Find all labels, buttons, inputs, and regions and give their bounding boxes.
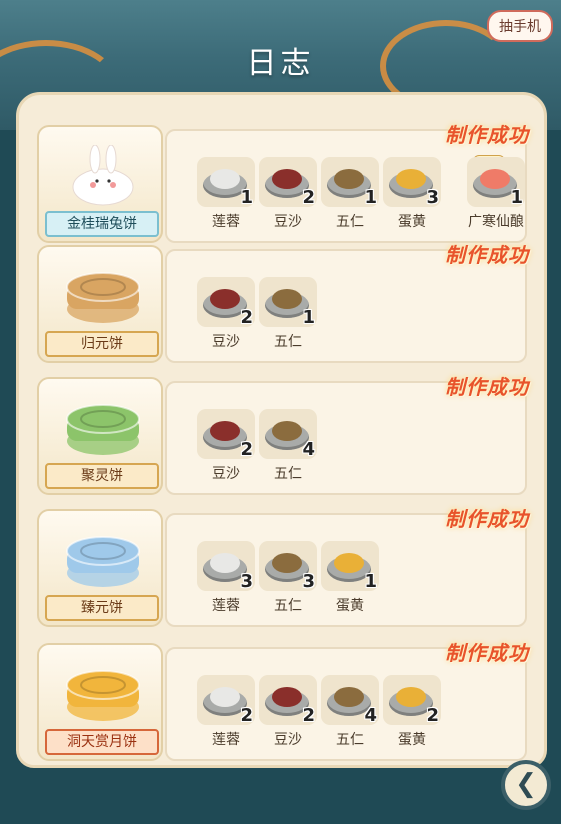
cake-name: 洞天赏月饼: [45, 729, 159, 755]
ingredient-name: 莲蓉: [212, 732, 240, 748]
cake-name: 归元饼: [45, 331, 159, 357]
ingredient-name: 莲蓉: [212, 214, 240, 230]
ingredient-name: 蛋黄: [336, 598, 364, 614]
filling-icon: [334, 553, 364, 573]
ingredient-item[interactable]: 1 蛋黄: [321, 541, 379, 621]
log-entry: 归元饼 制作成功 2 豆沙 1 五仁: [37, 243, 544, 363]
filling-icon: [210, 169, 240, 189]
filling-icon: [272, 289, 302, 309]
filling-icon: [210, 289, 240, 309]
ingredient-item[interactable]: 2 莲蓉: [197, 675, 255, 755]
ingredient-item[interactable]: 2 蛋黄: [383, 675, 441, 755]
ingredient-count: 3: [302, 571, 315, 592]
ingredient-item[interactable]: 1 莲蓉: [197, 157, 255, 237]
ingredient-name: 五仁: [274, 334, 302, 350]
cake-name: 金桂瑞兔饼: [45, 211, 159, 237]
ingredient-item[interactable]: 4 五仁: [321, 675, 379, 755]
filling-icon: [396, 687, 426, 707]
ingredient-item[interactable]: 3 蛋黄: [383, 157, 441, 237]
page-title: 日志: [246, 46, 315, 81]
ingredient-name: 豆沙: [212, 466, 240, 482]
log-entry: 金桂瑞兔饼制作成功1莲蓉2豆沙1五仁3蛋黄额外1广寒仙酿: [37, 123, 544, 243]
log-panel: 金桂瑞兔饼制作成功1莲蓉2豆沙1五仁3蛋黄额外1广寒仙酿归元饼制作成功2豆沙1五…: [16, 92, 547, 768]
back-button[interactable]: ❮: [501, 760, 551, 810]
cake-name: 聚灵饼: [45, 463, 159, 489]
rabbit-cake-icon: [63, 144, 143, 207]
cake-card[interactable]: 臻元饼: [37, 509, 163, 627]
ingredient-item[interactable]: 4 五仁: [259, 409, 317, 489]
ingredient-name: 莲蓉: [212, 598, 240, 614]
mooncake-green-icon: [63, 397, 143, 459]
ingredient-count: 2: [240, 439, 253, 460]
extra-ingredient-item[interactable]: 额外1广寒仙酿: [467, 155, 525, 237]
ingredient-count: 2: [302, 187, 315, 208]
ingredient-item[interactable]: 3 莲蓉: [197, 541, 255, 621]
craft-success-badge: 制作成功: [445, 641, 529, 665]
ingredient-count: 1: [364, 187, 377, 208]
ingredient-count: 3: [240, 571, 253, 592]
ingredient-item[interactable]: 2 豆沙: [197, 409, 255, 489]
filling-icon: [210, 553, 240, 573]
ingredient-count: 4: [302, 439, 315, 460]
filling-icon: [396, 169, 426, 189]
log-entry: 洞天赏月饼 制作成功 2 莲蓉 2 豆沙 4 五仁 2 蛋黄: [37, 641, 544, 761]
cake-name: 臻元饼: [45, 595, 159, 621]
filling-icon: [272, 553, 302, 573]
filling-icon: [210, 687, 240, 707]
ingredient-count: 1: [302, 307, 315, 328]
ingredient-count: 1: [510, 187, 523, 208]
cake-card[interactable]: 归元饼: [37, 245, 163, 363]
ingredient-item[interactable]: 1 五仁: [259, 277, 317, 357]
cake-card[interactable]: 金桂瑞兔饼: [37, 125, 163, 243]
log-entry: 聚灵饼 制作成功 2 豆沙 4 五仁: [37, 375, 544, 495]
filling-icon: [272, 169, 302, 189]
ingredient-name: 豆沙: [274, 214, 302, 230]
ingredient-count: 2: [240, 307, 253, 328]
ingredient-count: 1: [240, 187, 253, 208]
ingredient-count: 3: [426, 187, 439, 208]
ingredient-name: 五仁: [336, 732, 364, 748]
ingredient-item[interactable]: 3 五仁: [259, 541, 317, 621]
craft-success-badge: 制作成功: [445, 507, 529, 531]
ingredient-item[interactable]: 2 豆沙: [259, 157, 317, 237]
filling-icon: [272, 421, 302, 441]
filling-icon: [272, 687, 302, 707]
mooncake-blue-icon: [63, 529, 143, 591]
ingredients-card: 制作成功 2 豆沙 4 五仁: [165, 375, 528, 495]
ingredient-name: 五仁: [336, 214, 364, 230]
filling-icon: [210, 421, 240, 441]
filling-icon: [480, 169, 510, 189]
draw-phone-button[interactable]: 抽手机: [487, 10, 553, 42]
cake-card[interactable]: 洞天赏月饼: [37, 643, 163, 761]
ingredient-item[interactable]: 1 五仁: [321, 157, 379, 237]
ingredients-card: 制作成功 2 豆沙 1 五仁: [165, 243, 528, 363]
ingredient-count: 2: [302, 705, 315, 726]
filling-icon: [334, 687, 364, 707]
ingredient-name: 蛋黄: [398, 214, 426, 230]
ingredient-count: 2: [240, 705, 253, 726]
mooncake-brown-icon: [63, 265, 143, 327]
ingredient-item[interactable]: 2 豆沙: [197, 277, 255, 357]
craft-success-badge: 制作成功: [445, 243, 529, 267]
mooncake-golden-icon: [63, 663, 143, 725]
back-arrow-icon: ❮: [515, 769, 537, 799]
filling-icon: [334, 169, 364, 189]
ingredient-name: 蛋黄: [398, 732, 426, 748]
ingredient-name: 豆沙: [212, 334, 240, 350]
ingredients-card: 制作成功 2 莲蓉 2 豆沙 4 五仁 2 蛋黄: [165, 641, 528, 761]
craft-success-badge: 制作成功: [445, 375, 529, 399]
ingredient-name: 五仁: [274, 598, 302, 614]
ingredient-name: 豆沙: [274, 732, 302, 748]
ingredient-name: 广寒仙酿: [468, 214, 524, 230]
ingredient-count: 4: [364, 705, 377, 726]
ingredient-name: 五仁: [274, 466, 302, 482]
craft-success-badge: 制作成功: [445, 123, 529, 147]
cake-card[interactable]: 聚灵饼: [37, 377, 163, 495]
ingredients-card: 制作成功1莲蓉2豆沙1五仁3蛋黄额外1广寒仙酿: [165, 123, 528, 243]
log-entry: 臻元饼 制作成功 3 莲蓉 3 五仁 1 蛋黄: [37, 507, 544, 627]
ingredient-count: 2: [426, 705, 439, 726]
ingredient-count: 1: [364, 571, 377, 592]
ingredient-item[interactable]: 2 豆沙: [259, 675, 317, 755]
ingredients-card: 制作成功 3 莲蓉 3 五仁 1 蛋黄: [165, 507, 528, 627]
